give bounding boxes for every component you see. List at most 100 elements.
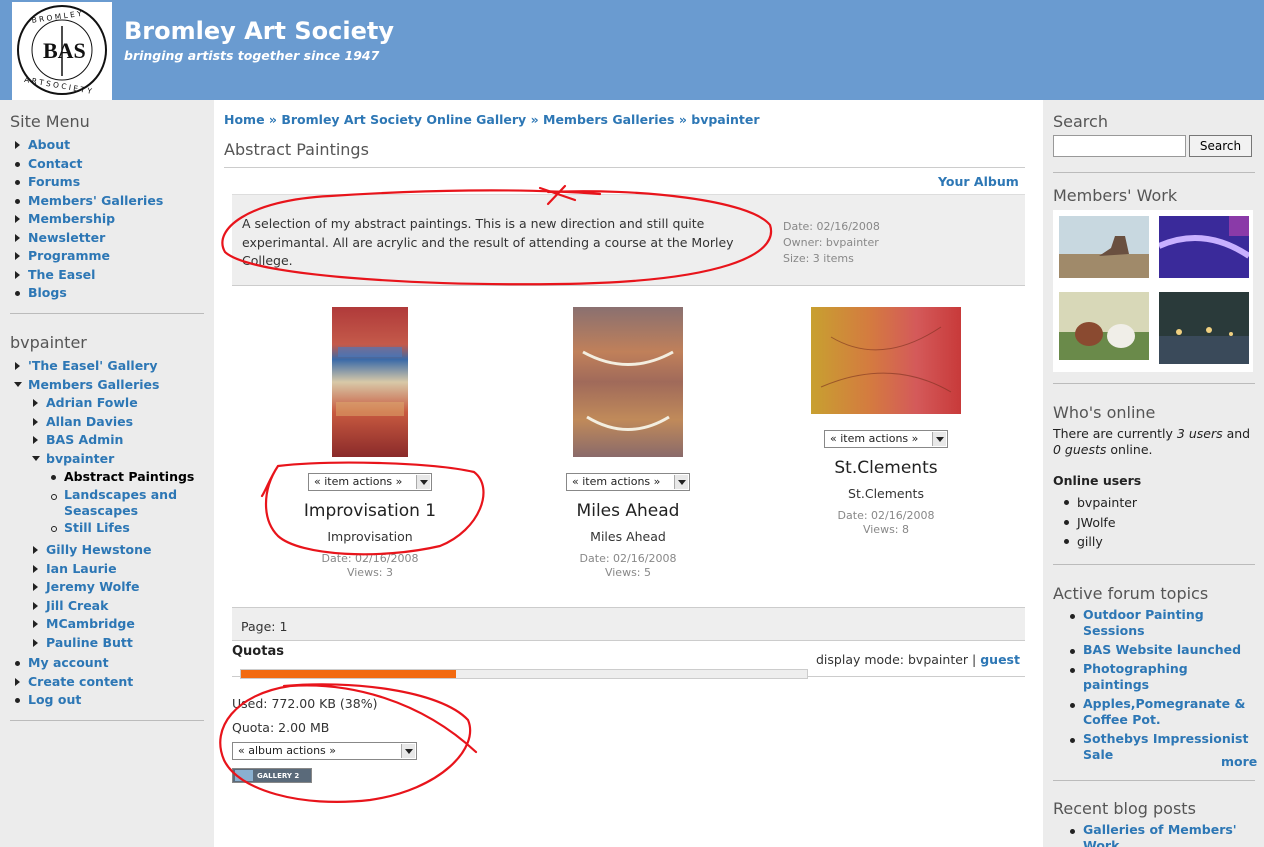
painting-thumbnail[interactable] — [573, 307, 683, 457]
album-description: A selection of my abstract paintings. Th… — [242, 216, 734, 268]
divider — [1053, 780, 1255, 781]
pager: Page: 1 — [232, 607, 1025, 641]
divider — [1053, 564, 1255, 565]
online-user[interactable]: gilly — [1059, 532, 1137, 552]
menu-item-about[interactable]: About — [10, 136, 210, 155]
item-summary: Miles Ahead — [590, 529, 666, 544]
menu-item-newsletter[interactable]: Newsletter — [10, 229, 210, 248]
item-actions-select[interactable]: « item actions » — [566, 473, 690, 491]
menu-item-members-galleries[interactable]: Members' Galleries — [10, 192, 210, 211]
quota-used: Used: 772.00 KB (38%) — [232, 696, 378, 711]
chevron-down-icon — [416, 475, 430, 489]
menu-item-the-easel[interactable]: The Easel — [10, 266, 210, 285]
menu-item-member[interactable]: MCambridge — [28, 615, 210, 634]
logo-text: BAS — [43, 38, 86, 63]
item-title[interactable]: Improvisation 1 — [255, 501, 485, 521]
menu-item-member[interactable]: BAS Admin — [28, 431, 210, 450]
online-user[interactable]: bvpainter — [1059, 493, 1137, 513]
site-logo[interactable]: BAS B R O M L E Y A R T S O C I E T Y — [12, 2, 112, 100]
forum-topic[interactable]: Outdoor Painting Sessions — [1065, 607, 1255, 639]
menu-item-member[interactable]: Allan Davies — [28, 413, 210, 432]
guest-link[interactable]: guest — [980, 652, 1020, 667]
menu-item-still-lifes[interactable]: Still Lifes — [46, 519, 210, 538]
site-menu-title: Site Menu — [10, 112, 90, 131]
artwork-thumbnail[interactable] — [1159, 216, 1249, 278]
forum-more-link[interactable]: more — [1221, 754, 1257, 769]
item-title[interactable]: Miles Ahead — [513, 501, 743, 521]
bvpainter-submenu: Abstract Paintings Landscapes and Seascap… — [46, 468, 210, 537]
quota-bar-fill — [241, 670, 457, 678]
forum-topics: Outdoor Painting Sessions BAS Website lau… — [1065, 607, 1255, 763]
online-user[interactable]: JWolfe — [1059, 513, 1137, 533]
divider — [1053, 383, 1255, 384]
breadcrumb-gallery[interactable]: Bromley Art Society Online Gallery — [281, 112, 526, 127]
menu-item-easel-gallery[interactable]: 'The Easel' Gallery — [10, 357, 210, 376]
menu-item-bvpainter[interactable]: bvpainter Abstract Paintings Landscapes … — [28, 450, 210, 538]
breadcrumb-members-galleries[interactable]: Members Galleries — [543, 112, 674, 127]
menu-item-programme[interactable]: Programme — [10, 247, 210, 266]
menu-item-member[interactable]: Ian Laurie — [28, 560, 210, 579]
whos-online-text: There are currently 3 users and 0 guests … — [1053, 426, 1251, 457]
divider — [224, 167, 1025, 168]
divider — [1053, 172, 1255, 173]
breadcrumb-home[interactable]: Home — [224, 112, 265, 127]
menu-item-member[interactable]: Adrian Fowle — [28, 394, 210, 413]
menu-item-contact[interactable]: Contact — [10, 155, 210, 174]
search-button[interactable]: Search — [1189, 135, 1252, 157]
search-input[interactable] — [1053, 135, 1186, 157]
album-info: A selection of my abstract paintings. Th… — [232, 194, 1025, 286]
menu-item-create-content[interactable]: Create content — [10, 673, 210, 692]
forum-topic[interactable]: BAS Website launched — [1065, 642, 1255, 658]
whos-online-title: Who's online — [1053, 403, 1156, 422]
menu-item-member[interactable]: Jill Creak — [28, 597, 210, 616]
item-meta: Date: 02/16/2008 Views: 8 — [837, 509, 935, 536]
members-submenu: Adrian Fowle Allan Davies BAS Admin bvpa… — [28, 394, 210, 652]
forum-topic[interactable]: Photographing paintings — [1065, 661, 1255, 693]
menu-item-forums[interactable]: Forums — [10, 173, 210, 192]
menu-item-member[interactable]: Gilly Hewstone — [28, 541, 210, 560]
menu-item-landscapes[interactable]: Landscapes and Seascapes — [46, 487, 210, 519]
album-date: Date: 02/16/2008 — [783, 220, 880, 233]
quota-bar — [240, 669, 808, 679]
your-album-link[interactable]: Your Album — [938, 174, 1019, 189]
online-users-list: bvpainter JWolfe gilly — [1059, 493, 1137, 552]
menu-item-my-account[interactable]: My account — [10, 654, 210, 673]
site-header: BAS B R O M L E Y A R T S O C I E T Y Br… — [0, 0, 1264, 100]
menu-item-abstract-paintings[interactable]: Abstract Paintings — [46, 468, 210, 487]
blog-post[interactable]: Galleries of Members' Work — [1065, 822, 1255, 847]
right-sidebar: Search Search Members' Work Who's online… — [1043, 100, 1264, 847]
artwork-thumbnail[interactable] — [1059, 216, 1149, 278]
breadcrumb-bvpainter[interactable]: bvpainter — [691, 112, 759, 127]
item-actions-select[interactable]: « item actions » — [824, 430, 948, 448]
display-mode: display mode: bvpainter | guest — [816, 652, 1020, 667]
site-name[interactable]: Bromley Art Society — [124, 17, 394, 45]
gallery2-badge[interactable]: GALLERY 2 — [232, 768, 312, 783]
site-menu: About Contact Forums Members' Galleries … — [10, 136, 210, 303]
painting-thumbnail[interactable] — [332, 307, 408, 457]
artwork-thumbnail[interactable] — [1159, 292, 1249, 364]
divider — [10, 313, 204, 314]
divider — [10, 720, 204, 721]
menu-item-member[interactable]: Pauline Butt — [28, 634, 210, 653]
menu-item-log-out[interactable]: Log out — [10, 691, 210, 710]
menu-item-member[interactable]: Jeremy Wolfe — [28, 578, 210, 597]
item-meta: Date: 02/16/2008 Views: 3 — [321, 552, 419, 579]
item-summary: St.Clements — [848, 486, 924, 501]
painting-thumbnail[interactable] — [811, 307, 961, 414]
main-content: Home » Bromley Art Society Online Galler… — [214, 100, 1043, 847]
forum-topic[interactable]: Apples,Pomegranate & Coffee Pot. — [1065, 696, 1255, 728]
gallery-logo-icon — [235, 770, 253, 781]
album-actions-select[interactable]: « album actions » — [232, 742, 417, 760]
menu-item-members-galleries-open[interactable]: Members Galleries Adrian Fowle Allan Dav… — [10, 376, 210, 653]
chevron-down-icon — [932, 432, 946, 446]
online-users-title: Online users — [1053, 473, 1142, 488]
chevron-down-icon — [401, 744, 415, 758]
item-summary: Improvisation — [327, 529, 413, 544]
item-actions-select[interactable]: « item actions » — [308, 473, 432, 491]
menu-item-blogs[interactable]: Blogs — [10, 284, 210, 303]
artwork-thumbnail[interactable] — [1059, 292, 1149, 360]
forum-title: Active forum topics — [1053, 584, 1209, 603]
gallery-item: « item actions » St.Clements St.Clements… — [771, 307, 1001, 537]
item-title[interactable]: St.Clements — [771, 458, 1001, 478]
menu-item-membership[interactable]: Membership — [10, 210, 210, 229]
